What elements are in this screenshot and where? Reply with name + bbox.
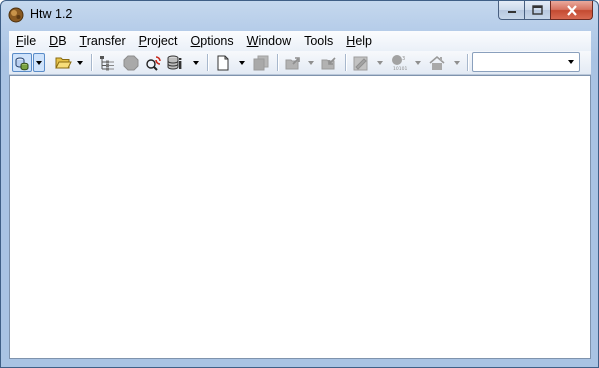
menu-transfer[interactable]: Transfer bbox=[73, 31, 132, 51]
tree-hierarchy-icon bbox=[100, 55, 114, 70]
new-document-button[interactable] bbox=[213, 53, 233, 72]
menu-tools[interactable]: Tools bbox=[297, 31, 339, 51]
toolbar: 3 10101 bbox=[9, 51, 591, 75]
minimize-button[interactable] bbox=[498, 1, 524, 20]
export-icon bbox=[285, 56, 300, 69]
chevron-down-icon bbox=[193, 60, 199, 65]
minimize-icon bbox=[507, 11, 516, 13]
window-title: Htw 1.2 bbox=[30, 7, 73, 21]
svg-text:3: 3 bbox=[402, 56, 405, 62]
stop-button[interactable] bbox=[121, 53, 141, 72]
maximize-button[interactable] bbox=[524, 1, 550, 20]
tree-button[interactable] bbox=[97, 53, 117, 72]
database-connect-icon bbox=[15, 57, 29, 70]
connect-button[interactable] bbox=[12, 53, 32, 72]
caption-buttons bbox=[498, 1, 593, 20]
toolbar-separator bbox=[467, 54, 468, 71]
menu-file[interactable]: File bbox=[9, 31, 42, 51]
app-window: Htw 1.2 File DB Transfer Project Options… bbox=[0, 0, 599, 368]
chevron-down-icon bbox=[568, 60, 574, 64]
connect-dropdown[interactable] bbox=[33, 53, 45, 72]
import-button[interactable] bbox=[319, 53, 339, 72]
home-icon bbox=[429, 55, 445, 70]
htw-app-icon bbox=[8, 7, 24, 23]
edit-form-icon bbox=[353, 56, 368, 70]
edit-form-dropdown[interactable] bbox=[375, 53, 385, 72]
sequence-dropdown[interactable] bbox=[413, 53, 423, 72]
home-button[interactable] bbox=[427, 53, 447, 72]
import-icon bbox=[321, 56, 336, 69]
toolbar-separator bbox=[91, 54, 92, 71]
title-bar[interactable]: Htw 1.2 bbox=[1, 1, 598, 29]
stop-hexagon-icon bbox=[123, 55, 139, 70]
chevron-down-icon bbox=[308, 60, 314, 65]
open-button[interactable] bbox=[53, 53, 73, 72]
mdi-client-area[interactable] bbox=[9, 75, 591, 359]
chevron-down-icon bbox=[77, 60, 83, 65]
chevron-down-icon bbox=[415, 60, 421, 65]
chevron-down-icon bbox=[454, 60, 460, 65]
toolbar-separator bbox=[277, 54, 278, 71]
home-dropdown[interactable] bbox=[452, 53, 462, 72]
menu-project[interactable]: Project bbox=[132, 31, 184, 51]
edit-form-button[interactable] bbox=[351, 53, 371, 72]
sequence-icon: 3 10101 bbox=[392, 55, 407, 71]
toolbar-combo-box[interactable] bbox=[472, 52, 580, 72]
new-document-dropdown[interactable] bbox=[237, 53, 247, 72]
menu-help[interactable]: Help bbox=[339, 31, 378, 51]
toolbar-separator bbox=[207, 54, 208, 71]
menu-bar: File DB Transfer Project Options Window … bbox=[9, 31, 591, 51]
menu-db[interactable]: DB bbox=[42, 31, 72, 51]
copy-documents-button[interactable] bbox=[251, 53, 271, 72]
menu-options[interactable]: Options bbox=[184, 31, 240, 51]
toolbar-separator bbox=[345, 54, 346, 71]
close-icon bbox=[566, 4, 577, 16]
open-dropdown[interactable] bbox=[75, 53, 85, 72]
search-refresh-button[interactable] bbox=[143, 53, 163, 72]
search-refresh-icon bbox=[145, 55, 161, 71]
close-button[interactable] bbox=[550, 1, 593, 20]
maximize-icon bbox=[532, 5, 543, 15]
sequence-button[interactable]: 3 10101 bbox=[389, 53, 411, 72]
database-info-icon bbox=[167, 55, 182, 69]
chevron-down-icon bbox=[239, 60, 245, 65]
export-dropdown[interactable] bbox=[306, 53, 316, 72]
database-info-button[interactable] bbox=[165, 53, 185, 72]
menu-window[interactable]: Window bbox=[240, 31, 297, 51]
chevron-down-icon bbox=[36, 60, 42, 65]
new-document-icon bbox=[217, 55, 229, 70]
export-button[interactable] bbox=[283, 53, 303, 72]
database-info-dropdown[interactable] bbox=[191, 53, 201, 72]
open-folder-icon bbox=[54, 57, 72, 69]
chevron-down-icon bbox=[377, 60, 383, 65]
svg-text:10101: 10101 bbox=[393, 66, 407, 71]
copy-documents-icon bbox=[253, 55, 269, 70]
